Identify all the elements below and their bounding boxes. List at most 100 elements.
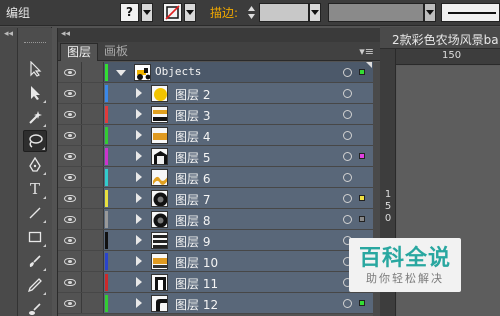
visibility-toggle[interactable] [58,104,82,124]
layer-row[interactable]: 图层 8 [58,209,380,230]
selection-tool-icon[interactable] [23,58,47,80]
visibility-toggle[interactable] [58,62,82,82]
layer-row[interactable]: 图层 3 [58,104,380,125]
ruler-digit: 1 [384,189,392,200]
layer-row[interactable]: 图层 11 [58,272,380,293]
layer-row-objects[interactable]: Objects [58,62,380,83]
expand-triangle-icon[interactable] [136,109,142,119]
fill-none-swatch[interactable] [163,3,182,22]
visibility-toggle[interactable] [58,125,82,145]
expand-triangle-icon[interactable] [116,70,126,76]
expand-triangle-icon[interactable] [136,88,142,98]
help-swatch[interactable]: ? [120,3,139,22]
selection-indicator[interactable] [359,300,365,306]
expand-triangle-icon[interactable] [136,277,142,287]
tab-artboards[interactable]: 画板 [98,43,134,61]
expand-triangle-icon[interactable] [136,256,142,266]
visibility-toggle[interactable] [58,167,82,187]
expand-triangle-icon[interactable] [136,151,142,161]
blob-brush-tool-icon[interactable] [23,298,47,316]
layer-row[interactable]: 图层 2 [58,83,380,104]
type-tool-icon[interactable]: T [23,178,47,200]
layer-row[interactable]: 图层 6 [58,167,380,188]
lock-toggle[interactable] [82,146,104,166]
lock-toggle[interactable] [82,104,104,124]
stroke-weight-dropdown[interactable] [309,3,321,22]
lock-toggle[interactable] [82,188,104,208]
expand-triangle-icon[interactable] [136,214,142,224]
target-circle-icon[interactable] [343,68,352,77]
selection-indicator[interactable] [359,153,365,159]
expand-triangle-icon[interactable] [136,193,142,203]
eye-icon [63,110,76,118]
expand-triangle-icon[interactable] [136,298,142,308]
expand-triangle-icon[interactable] [136,235,142,245]
target-circle-icon[interactable] [343,194,352,203]
visibility-toggle[interactable] [58,209,82,229]
lock-toggle[interactable] [82,230,104,250]
lock-toggle[interactable] [82,83,104,103]
layer-row[interactable]: 图层 5 [58,146,380,167]
lock-toggle[interactable] [82,62,104,82]
collapse-arrows-icon[interactable]: ◂◂ [4,29,13,39]
rectangle-tool-icon[interactable] [23,226,47,248]
layer-color-swatch [105,295,108,312]
help-dropdown[interactable] [141,3,153,22]
direct-selection-tool-icon[interactable] [23,82,47,104]
document-tab[interactable]: 2款彩色农场风景ba [380,27,500,49]
eye-icon [63,89,76,97]
visibility-toggle[interactable] [58,272,82,292]
pencil-tool-icon[interactable] [23,274,47,296]
layer-thumbnail [151,253,168,270]
visibility-toggle[interactable] [58,230,82,250]
layer-row[interactable]: 图层 12 [58,293,380,314]
target-circle-icon[interactable] [343,110,352,119]
target-circle-icon[interactable] [343,131,352,140]
target-circle-icon[interactable] [343,215,352,224]
line-tool-icon[interactable] [23,202,47,224]
selection-indicator[interactable] [359,69,365,75]
layer-row[interactable]: 图层 4 [58,125,380,146]
target-circle-icon[interactable] [343,89,352,98]
lock-toggle[interactable] [82,293,104,313]
brush-definition-select[interactable] [441,3,500,22]
selection-indicator[interactable] [359,216,365,222]
expand-triangle-icon[interactable] [136,172,142,182]
target-circle-icon[interactable] [343,173,352,182]
variable-width-select[interactable] [328,3,424,22]
layer-name: 图层 9 [175,235,211,249]
visibility-toggle[interactable] [58,146,82,166]
variable-width-dropdown[interactable] [424,3,436,22]
selection-indicator[interactable] [359,195,365,201]
layer-row[interactable]: 图层 10 [58,251,380,272]
layer-color-swatch [105,169,108,186]
panel-header: ◂◂ [58,28,380,42]
stroke-weight-input[interactable] [259,3,309,22]
lock-toggle[interactable] [82,125,104,145]
lasso-tool-icon[interactable] [23,130,47,152]
layer-name: 图层 7 [175,193,211,207]
layer-name: 图层 5 [175,151,211,165]
lock-toggle[interactable] [82,272,104,292]
collapse-arrows-icon[interactable]: ◂◂ [61,29,70,39]
target-circle-icon[interactable] [343,152,352,161]
panel-menu-icon[interactable]: ▾≡ [359,45,374,58]
stroke-stepper[interactable] [245,3,258,22]
layer-color-swatch [105,190,108,207]
paintbrush-tool-icon[interactable] [23,250,47,272]
magic-wand-tool-icon[interactable] [23,106,47,128]
visibility-toggle[interactable] [58,293,82,313]
visibility-toggle[interactable] [58,188,82,208]
layer-row[interactable]: 图层 7 [58,188,380,209]
target-circle-icon[interactable] [343,299,352,308]
lock-toggle[interactable] [82,167,104,187]
fill-dropdown[interactable] [184,3,196,22]
lock-toggle[interactable] [82,209,104,229]
lock-toggle[interactable] [82,251,104,271]
tab-layers[interactable]: 图层 [60,43,99,61]
pen-tool-icon[interactable] [23,154,47,176]
visibility-toggle[interactable] [58,251,82,271]
expand-triangle-icon[interactable] [136,130,142,140]
layer-row[interactable]: 图层 9 [58,230,380,251]
visibility-toggle[interactable] [58,83,82,103]
